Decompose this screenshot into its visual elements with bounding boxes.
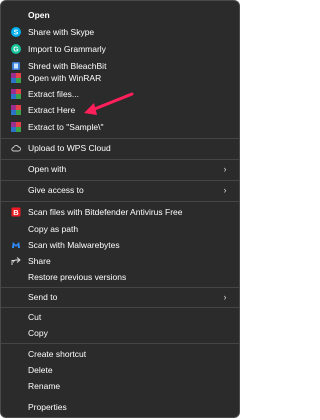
menu-item-open[interactable]: Open bbox=[5, 6, 235, 24]
menu-item-import-to-grammarly[interactable]: G Import to Grammarly bbox=[5, 40, 235, 58]
menu-item-label: Share bbox=[28, 256, 51, 266]
menu-item-label: Send to bbox=[28, 292, 58, 302]
menu-item-label: Extract files... bbox=[28, 89, 80, 99]
menu-item-label: Scan files with Bitdefender Antivirus Fr… bbox=[28, 207, 183, 217]
menu-item-share-with-skype[interactable]: S Share with Skype bbox=[5, 23, 235, 41]
menu-separator bbox=[1, 201, 239, 202]
menu-item-label: Scan with Malwarebytes bbox=[28, 240, 120, 250]
chevron-right-icon: › bbox=[223, 185, 227, 195]
menu-item-extract-to-sample[interactable]: Extract to "Sample\" bbox=[5, 118, 235, 136]
menu-item-label: Create shortcut bbox=[28, 349, 87, 359]
menu-item-label: Open with WinRAR bbox=[28, 73, 102, 83]
menu-item-open-with[interactable]: Open with › bbox=[5, 160, 235, 178]
menu-item-restore-previous-versions[interactable]: Restore previous versions bbox=[5, 268, 235, 286]
svg-text:B: B bbox=[13, 208, 19, 217]
chevron-right-icon: › bbox=[223, 164, 227, 174]
menu-item-give-access-to[interactable]: Give access to › bbox=[5, 181, 235, 199]
menu-item-label: Rename bbox=[28, 381, 61, 391]
menu-separator bbox=[1, 343, 239, 344]
winrar-icon bbox=[11, 105, 21, 115]
menu-item-label: Restore previous versions bbox=[28, 272, 127, 282]
menu-item-send-to[interactable]: Send to › bbox=[5, 288, 235, 306]
menu-item-label: Share with Skype bbox=[28, 27, 95, 37]
winrar-icon bbox=[11, 73, 21, 83]
menu-item-label: Open with bbox=[28, 164, 67, 174]
menu-item-label: Extract to "Sample\" bbox=[28, 122, 104, 132]
share-icon bbox=[11, 256, 21, 266]
winrar-icon bbox=[11, 122, 21, 132]
menu-item-label: Properties bbox=[28, 402, 67, 412]
menu-item-label: Cut bbox=[28, 312, 42, 322]
winrar-icon bbox=[11, 89, 21, 99]
grammarly-icon: G bbox=[11, 44, 21, 54]
chevron-right-icon: › bbox=[223, 292, 227, 302]
svg-text:S: S bbox=[14, 30, 19, 37]
menu-item-extract-here[interactable]: Extract Here bbox=[5, 101, 235, 119]
menu-item-label: Open bbox=[28, 10, 50, 20]
menu-item-scan-bitdefender[interactable]: B Scan files with Bitdefender Antivirus … bbox=[5, 203, 235, 221]
bitdefender-icon: B bbox=[11, 207, 21, 217]
menu-item-label: Give access to bbox=[28, 185, 84, 195]
menu-item-copy[interactable]: Copy bbox=[5, 324, 235, 342]
menu-item-label: Upload to WPS Cloud bbox=[28, 143, 111, 153]
menu-item-label: Copy as path bbox=[28, 224, 79, 234]
svg-text:G: G bbox=[13, 47, 19, 54]
menu-item-label: Extract Here bbox=[28, 105, 76, 115]
menu-item-properties[interactable]: Properties bbox=[5, 398, 235, 416]
menu-item-label: Copy bbox=[28, 328, 48, 338]
cloud-icon bbox=[11, 143, 21, 153]
menu-item-label: Import to Grammarly bbox=[28, 44, 106, 54]
menu-item-upload-to-wps-cloud[interactable]: Upload to WPS Cloud bbox=[5, 139, 235, 157]
malwarebytes-icon bbox=[11, 240, 21, 250]
context-menu: Open S Share with Skype G Import to Gram… bbox=[0, 0, 240, 418]
menu-item-label: Delete bbox=[28, 365, 53, 375]
skype-icon: S bbox=[11, 27, 21, 37]
menu-item-rename[interactable]: Rename bbox=[5, 377, 235, 395]
